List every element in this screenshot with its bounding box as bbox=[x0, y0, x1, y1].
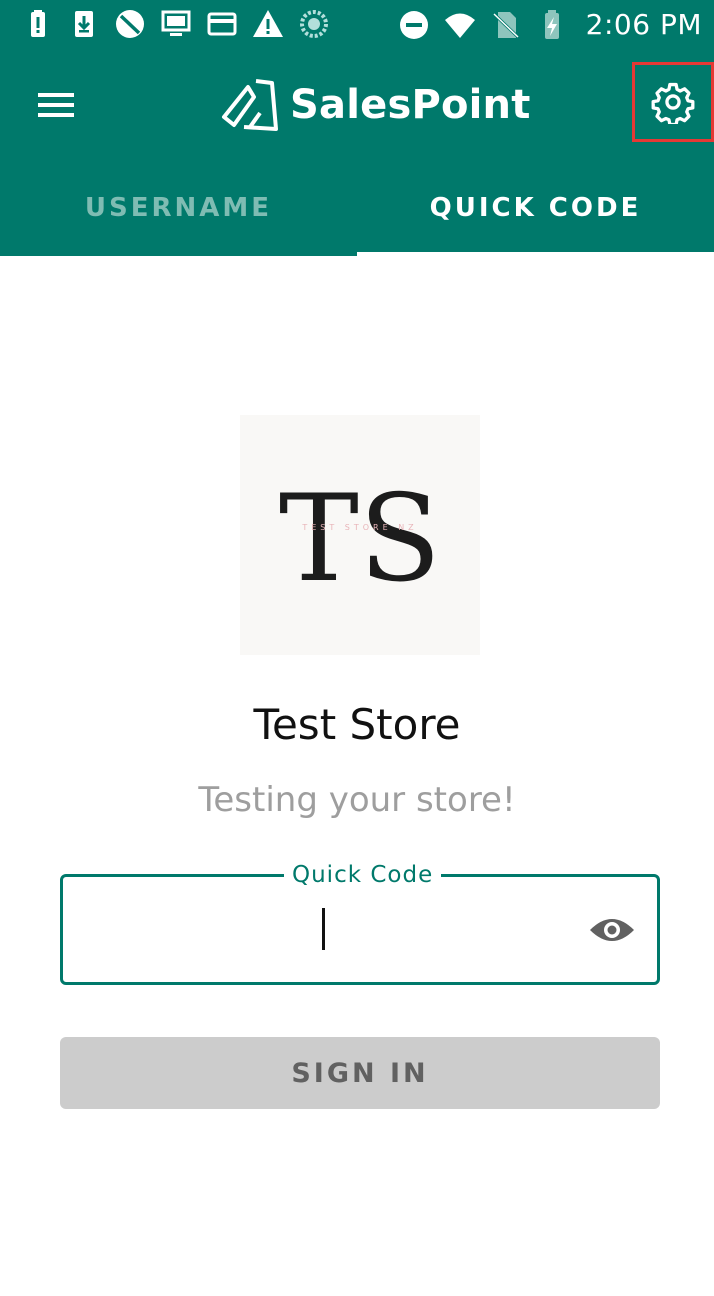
store-logo: TS TEST STORE NZ bbox=[240, 415, 480, 655]
login-tabs: USERNAME QUICK CODE bbox=[0, 160, 714, 256]
eye-icon[interactable] bbox=[588, 908, 636, 952]
dnd-minus-icon bbox=[399, 10, 428, 39]
sign-in-button[interactable]: SIGN IN bbox=[60, 1037, 660, 1109]
store-logo-image: TS TEST STORE NZ bbox=[279, 470, 441, 609]
loading-icon bbox=[300, 10, 328, 38]
hamburger-menu-icon[interactable] bbox=[30, 85, 82, 125]
svg-text:TEST STORE NZ: TEST STORE NZ bbox=[301, 523, 417, 532]
card-icon bbox=[207, 12, 237, 36]
svg-text:TS: TS bbox=[279, 470, 441, 609]
battery-alert-icon bbox=[31, 10, 45, 37]
warning-icon bbox=[253, 10, 283, 37]
do-not-disturb-icon bbox=[116, 10, 144, 38]
store-tagline: Testing your store! bbox=[198, 780, 516, 820]
text-cursor bbox=[322, 908, 325, 950]
battery-charging-icon bbox=[544, 9, 559, 39]
app-bar: SalesPoint bbox=[0, 50, 714, 160]
tab-quick-code[interactable]: QUICK CODE bbox=[357, 160, 714, 256]
status-icons-right: 2:06 PM bbox=[398, 8, 702, 41]
store-name: Test Store bbox=[253, 700, 461, 749]
brand-name: SalesPoint bbox=[290, 82, 531, 128]
no-sim-icon bbox=[492, 11, 519, 38]
status-time: 2:06 PM bbox=[585, 8, 702, 41]
quick-code-label: Quick Code bbox=[284, 862, 442, 888]
tab-username[interactable]: USERNAME bbox=[0, 160, 357, 256]
salespoint-logo-icon bbox=[222, 79, 278, 131]
settings-button[interactable] bbox=[632, 62, 714, 142]
brand: SalesPoint bbox=[220, 70, 531, 140]
wifi-icon bbox=[444, 13, 475, 38]
status-icons-left bbox=[22, 8, 330, 40]
quick-code-input[interactable] bbox=[80, 890, 570, 970]
status-bar: 2:06 PM bbox=[0, 0, 714, 50]
gear-icon bbox=[651, 82, 695, 124]
download-icon bbox=[75, 11, 93, 37]
monitor-icon bbox=[161, 10, 191, 36]
